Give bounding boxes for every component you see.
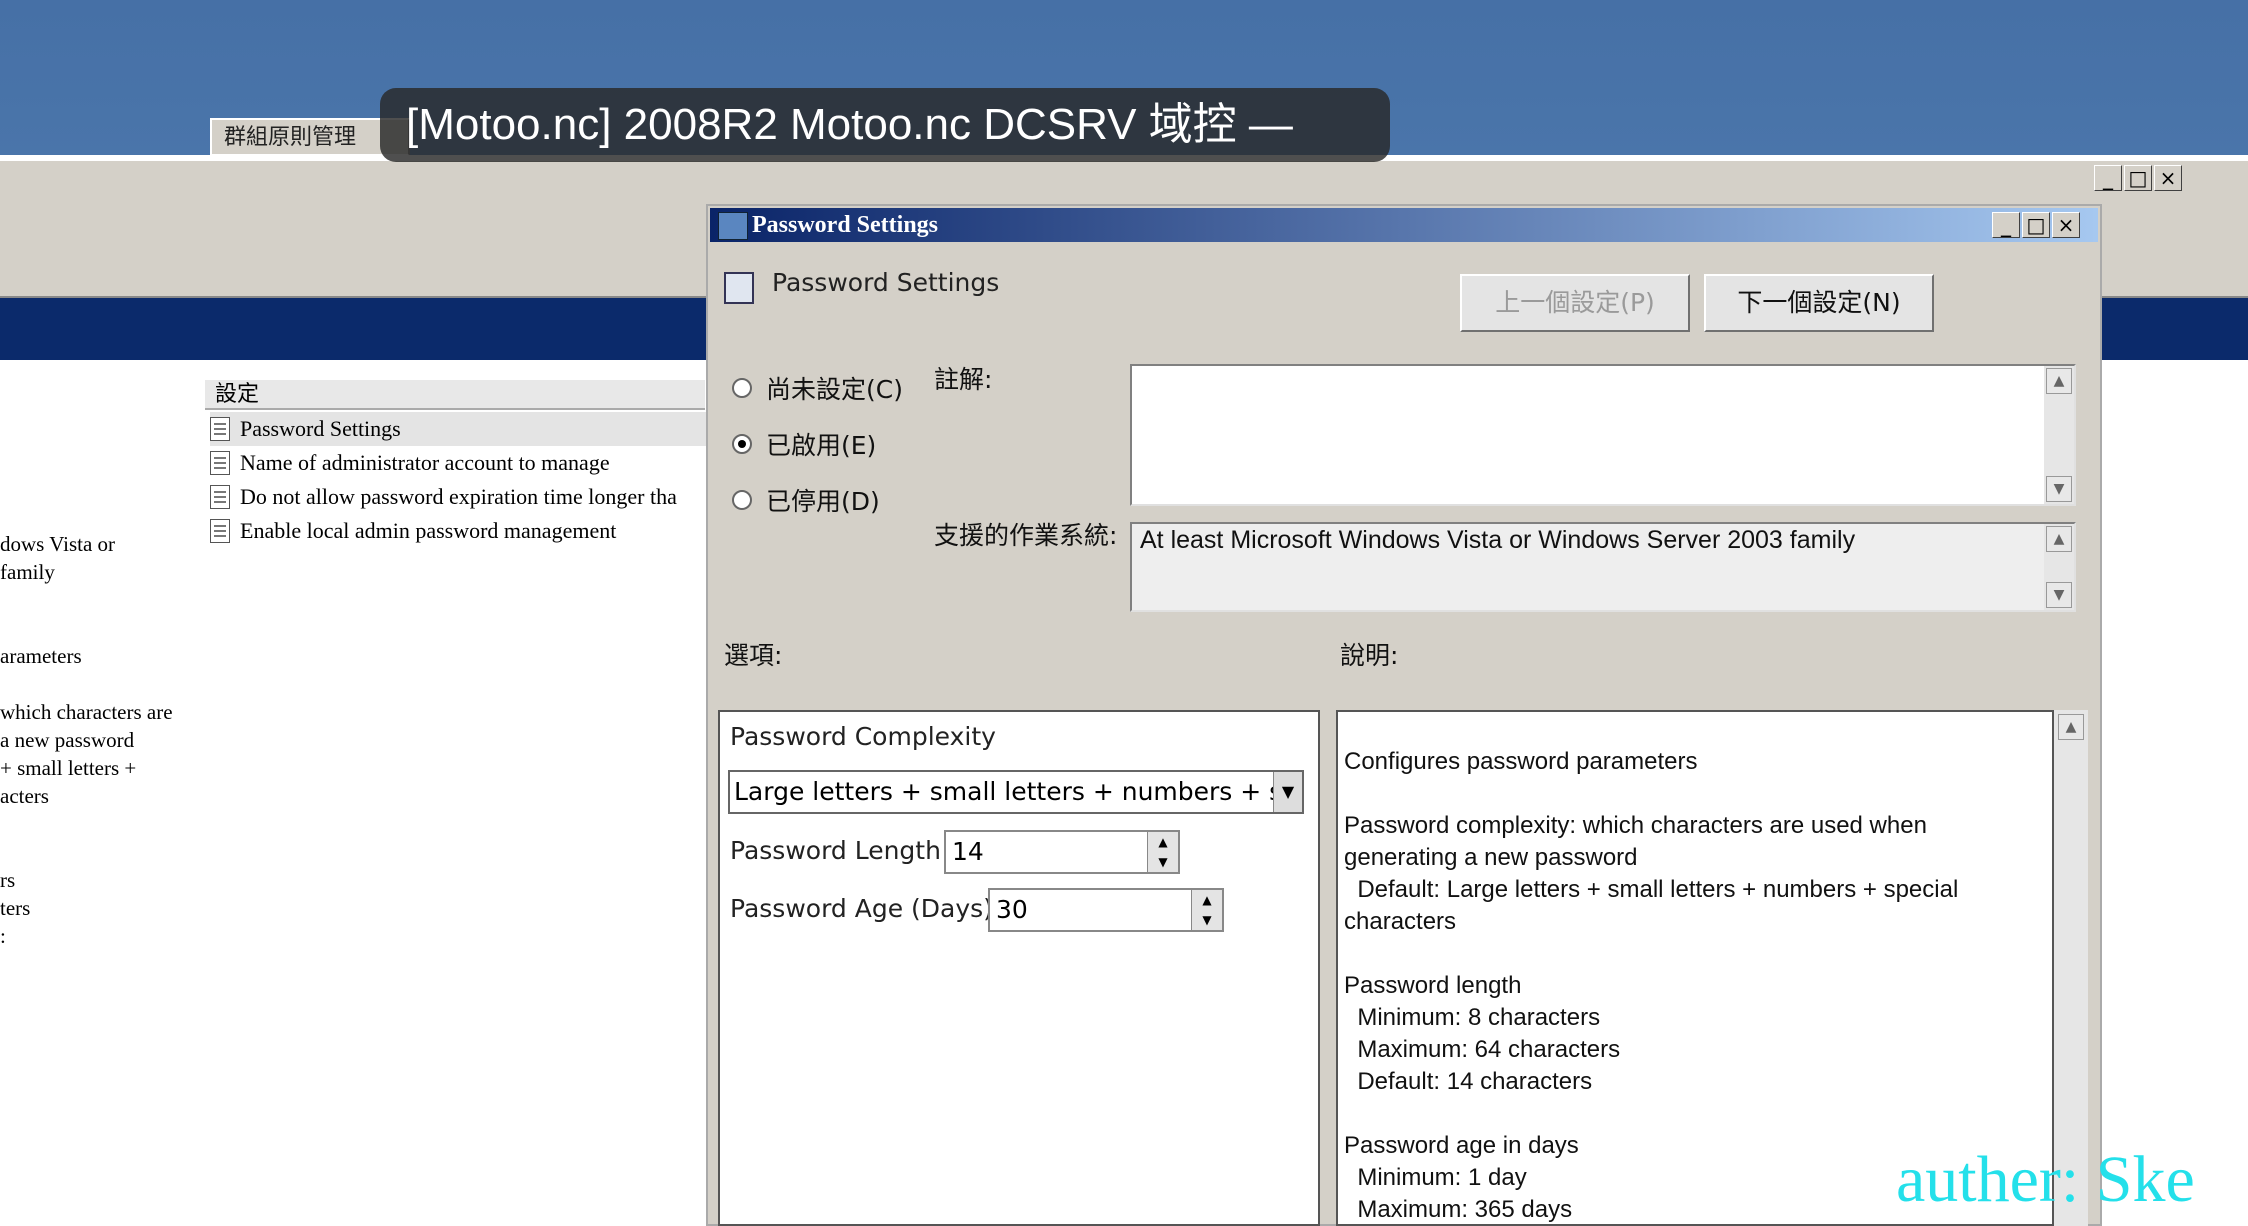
comment-label: 註解: (934, 365, 993, 394)
maximize-icon[interactable]: □ (2124, 165, 2152, 191)
settings-list-item[interactable]: Password Settings (210, 412, 710, 446)
policy-window-icon (718, 212, 748, 240)
minimize-icon[interactable]: _ (2094, 165, 2122, 191)
settings-list-item[interactable]: Enable local admin password management (210, 514, 710, 548)
close-icon[interactable]: × (2154, 165, 2182, 191)
radio-selected-icon (732, 434, 752, 454)
fragment-line: + small letters + (0, 756, 137, 780)
age-value: 30 (996, 895, 1028, 924)
radio-not-configured[interactable]: 尚未設定(C) (732, 370, 903, 406)
fragment-line: which characters are (0, 700, 173, 724)
maximize-icon[interactable]: □ (2022, 212, 2050, 238)
supported-os-value: At least Microsoft Windows Vista or Wind… (1140, 526, 1856, 554)
dialog-window-controls: _ □ × (1992, 212, 2080, 238)
policy-setting-icon (210, 451, 230, 475)
author-watermark: auther: Ske (1896, 1143, 2195, 1216)
previous-setting-button[interactable]: 上一個設定(P) (1460, 274, 1690, 332)
supported-scrollbar[interactable]: ▲ ▼ (2044, 524, 2074, 610)
minimize-icon[interactable]: _ (1992, 212, 2020, 238)
policy-setting-icon (210, 485, 230, 509)
supported-os-label: 支援的作業系統: (934, 521, 1118, 550)
scroll-up-icon[interactable]: ▲ (2046, 526, 2072, 552)
help-label: 說明: (1340, 641, 1399, 670)
settings-list-label: Enable local admin password management (240, 518, 617, 543)
fragment-line: a new password (0, 728, 135, 752)
supported-os-field: At least Microsoft Windows Vista or Wind… (1130, 522, 2076, 612)
radio-circle-icon (732, 490, 752, 510)
fragment-line: dows Vista or (0, 532, 116, 556)
spin-up-icon[interactable]: ▲ (1192, 890, 1222, 910)
gpm-tab-label: 群組原則管理 (224, 125, 357, 150)
radio-label: 尚未設定(C) (766, 375, 903, 404)
password-age-spinbox[interactable]: 30 ▲ ▼ (988, 888, 1224, 932)
spin-down-icon[interactable]: ▼ (1192, 910, 1222, 930)
help-text: Configures password parameters Password … (1344, 748, 1959, 1223)
settings-list-item[interactable]: Name of administrator account to manage (210, 446, 710, 480)
spin-buttons[interactable]: ▲ ▼ (1191, 890, 1222, 930)
fragment-line: ters (0, 896, 31, 920)
gpm-titlebar: _ □ × (0, 160, 2248, 199)
next-setting-button[interactable]: 下一個設定(N) (1704, 274, 1934, 332)
length-value: 14 (952, 837, 984, 866)
settings-list-label: Do not allow password expiration time lo… (240, 484, 677, 509)
fragment-line: : (0, 924, 6, 948)
scroll-down-icon[interactable]: ▼ (2046, 476, 2072, 502)
spin-buttons[interactable]: ▲ ▼ (1147, 832, 1178, 872)
spin-down-icon[interactable]: ▼ (1148, 852, 1178, 872)
password-length-spinbox[interactable]: 14 ▲ ▼ (944, 830, 1180, 874)
scroll-up-icon[interactable]: ▲ (2046, 368, 2072, 394)
complexity-label: Password Complexity (730, 722, 996, 751)
scroll-up-icon[interactable]: ▲ (2058, 714, 2084, 740)
policy-settings-icon (724, 272, 754, 304)
settings-column-header[interactable]: 設定 (205, 380, 705, 410)
policy-setting-icon (210, 519, 230, 543)
fragment-line: family (0, 560, 55, 584)
scroll-down-icon[interactable]: ▼ (2046, 582, 2072, 608)
settings-list-item[interactable]: Do not allow password expiration time lo… (210, 480, 710, 514)
dialog-heading: Password Settings (772, 268, 1000, 297)
settings-list-label: Name of administrator account to manage (240, 450, 610, 475)
policy-setting-icon (210, 417, 230, 441)
explain-text-fragment: dows Vista or family arameters which cha… (0, 530, 190, 950)
length-label: Password Length (730, 836, 941, 865)
fragment-line: rs (0, 868, 16, 892)
close-icon[interactable]: × (2052, 212, 2080, 238)
comment-textarea[interactable]: ▲ ▼ (1130, 364, 2076, 506)
radio-circle-icon (732, 378, 752, 398)
complexity-dropdown[interactable]: Large letters + small letters + numbers … (728, 770, 1304, 814)
radio-label: 已啟用(E) (766, 431, 877, 460)
gpm-window-controls: _ □ × (2094, 165, 2182, 191)
chevron-down-icon[interactable]: ▼ (1273, 772, 1302, 812)
radio-disabled[interactable]: 已停用(D) (732, 482, 880, 518)
spin-up-icon[interactable]: ▲ (1148, 832, 1178, 852)
settings-list-label: Password Settings (240, 416, 401, 441)
radio-label: 已停用(D) (766, 487, 880, 516)
age-label: Password Age (Days) (730, 894, 993, 923)
fragment-line: arameters (0, 644, 82, 668)
remote-session-title: [Motoo.nc] 2008R2 Motoo.nc DCSRV 域控 — (380, 88, 1390, 162)
fragment-line: acters (0, 784, 49, 808)
dialog-titlebar[interactable]: Password Settings (710, 208, 2098, 242)
radio-enabled[interactable]: 已啟用(E) (732, 426, 876, 462)
options-label: 選項: (724, 641, 783, 670)
complexity-value: Large letters + small letters + numbers … (734, 777, 1304, 806)
comment-scrollbar[interactable]: ▲ ▼ (2044, 366, 2074, 504)
